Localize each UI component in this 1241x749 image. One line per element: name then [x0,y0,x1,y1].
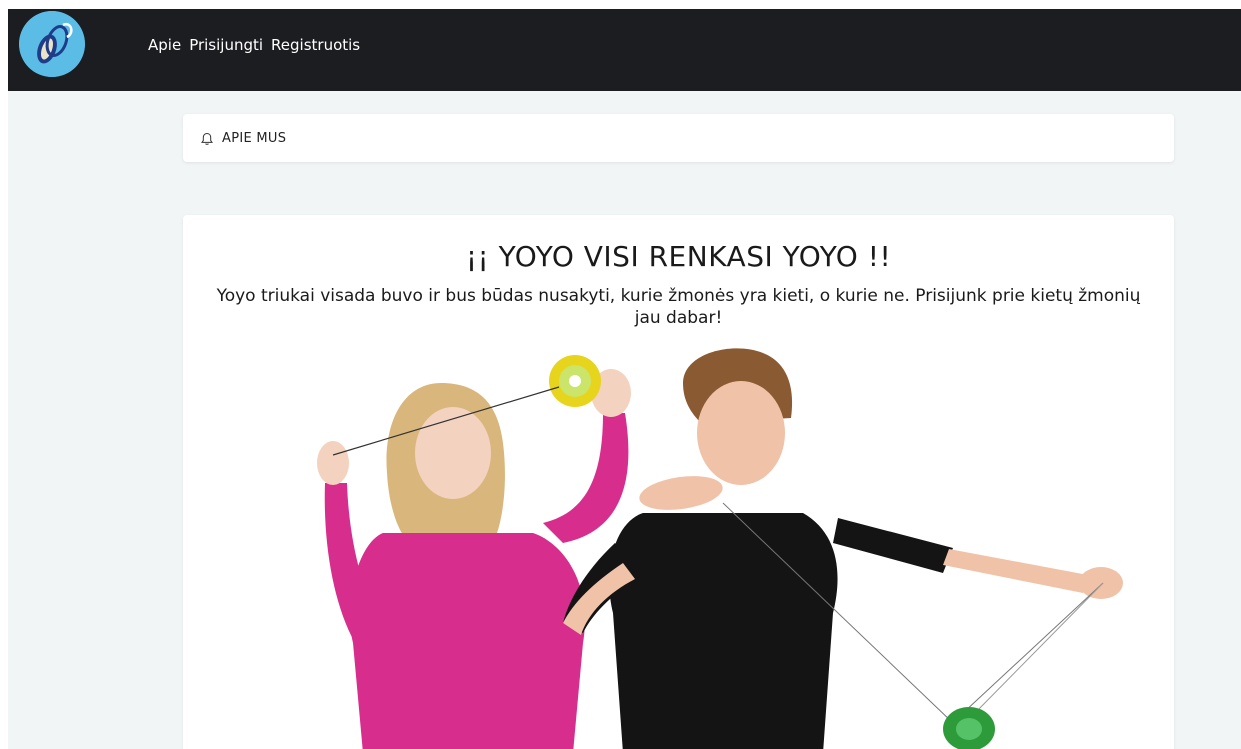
about-header-card: APIE MUS [183,114,1174,162]
yoyo-logo-icon[interactable] [19,11,85,77]
nav-link-apie[interactable]: Apie [148,36,181,54]
boy-figure [563,348,1123,749]
nav-links: Apie Prisijungti Registruotis [148,36,360,54]
kids-playing-yoyo-photo [263,343,1143,749]
top-navbar: Apie Prisijungti Registruotis [8,9,1241,91]
window-left-edge [0,0,8,749]
nav-link-prisijungti[interactable]: Prisijungti [189,36,263,54]
bell-icon [200,131,214,145]
about-heading: APIE MUS [222,130,287,146]
window-top-edge [0,0,1241,9]
hero-title: ¡¡ YOYO VISI RENKASI YOYO !! [465,240,892,273]
nav-link-registruotis[interactable]: Registruotis [271,36,360,54]
hero-card: ¡¡ YOYO VISI RENKASI YOYO !! Yoyo triuka… [183,215,1174,749]
hero-subtitle: Yoyo triukai visada buvo ir bus būdas nu… [216,286,1141,328]
girl-figure [317,355,631,749]
